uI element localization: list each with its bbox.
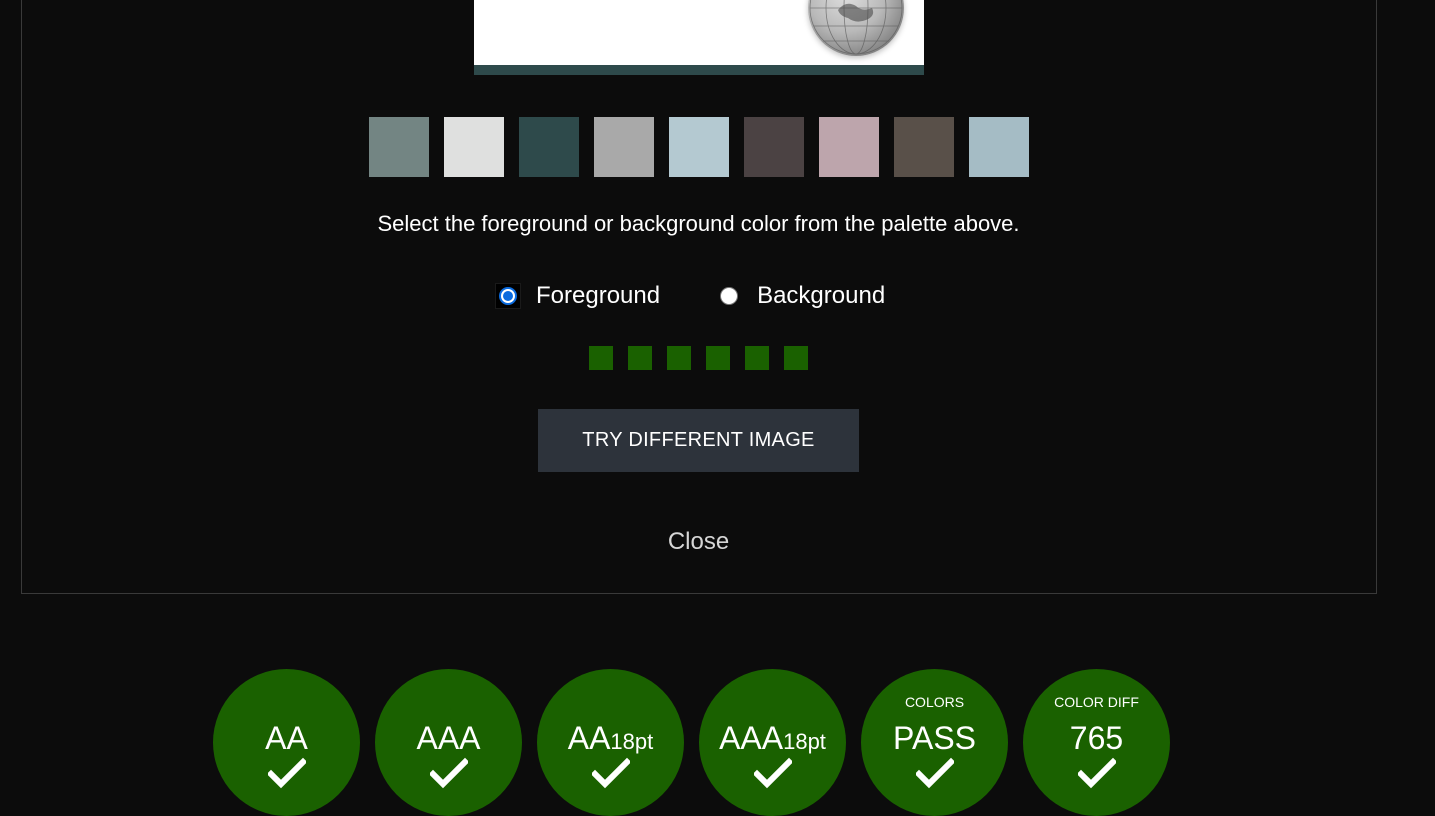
result-badge: AAA18pt: [699, 669, 846, 816]
palette-swatch[interactable]: [819, 117, 879, 177]
status-indicator: [589, 346, 613, 370]
result-badge-main-text: AA: [567, 720, 611, 756]
status-indicator: [667, 346, 691, 370]
status-indicator: [706, 346, 730, 370]
result-badge: AA18pt: [537, 669, 684, 816]
palette-swatch[interactable]: [519, 117, 579, 177]
result-badge-label: AAA: [375, 720, 522, 756]
palette-swatch[interactable]: [594, 117, 654, 177]
result-badge-main-text: 765: [1069, 720, 1124, 756]
result-badge-main-text: AAA: [416, 720, 481, 756]
try-different-image-button[interactable]: TRY DIFFERENT IMAGE: [538, 409, 859, 472]
result-badge-sub-text: 18pt: [610, 729, 654, 754]
contrast-results: AA AAA AA18pt AAA18pt COLORS PASS COLOR DIFF 76…: [213, 669, 1170, 816]
result-badge-caption: COLOR DIFF: [1054, 694, 1139, 710]
status-indicator: [784, 346, 808, 370]
background-radio-circle: [720, 287, 739, 305]
close-button[interactable]: Close: [0, 528, 1397, 556]
result-badge: COLOR DIFF 765: [1023, 669, 1170, 816]
checkmark-icon: [268, 757, 306, 789]
result-badge: AA: [213, 669, 360, 816]
status-indicators: [589, 346, 808, 370]
foreground-radio-label: Foreground: [536, 282, 661, 309]
checkmark-icon: [1078, 757, 1116, 789]
palette-swatch[interactable]: [969, 117, 1029, 177]
palette-swatch[interactable]: [894, 117, 954, 177]
result-badge-label: AA18pt: [537, 720, 684, 760]
color-palette: [369, 117, 1029, 177]
globe-icon: [808, 0, 904, 56]
foreground-radio-circle: [499, 287, 517, 305]
palette-swatch[interactable]: [669, 117, 729, 177]
result-badge-main-text: AA: [265, 720, 308, 756]
checkmark-icon: [592, 757, 630, 789]
palette-swatch[interactable]: [369, 117, 429, 177]
color-mode-radio-group: Foreground Background: [495, 282, 885, 310]
result-badge-main-text: PASS: [893, 720, 976, 756]
result-badge-caption: COLORS: [904, 694, 965, 710]
result-badge-label: 765: [1023, 720, 1170, 756]
result-badge-sub-text: 18pt: [783, 729, 826, 754]
image-preview-globe-clip: [0, 0, 1435, 75]
checkmark-icon: [754, 757, 792, 789]
palette-instruction: Select the foreground or background colo…: [377, 211, 1020, 236]
status-indicator: [745, 346, 769, 370]
palette-swatch[interactable]: [444, 117, 504, 177]
result-badge-main-text: AAA: [719, 720, 784, 756]
result-badge-label: AAA18pt: [699, 720, 846, 760]
checkmark-icon: [916, 757, 954, 789]
result-badge-label: PASS: [861, 720, 1008, 756]
result-badge-label: AA: [213, 720, 360, 756]
result-badge: AAA: [375, 669, 522, 816]
background-radio-label: Background: [757, 282, 886, 309]
background-radio[interactable]: [717, 284, 741, 308]
result-badge: COLORS PASS: [861, 669, 1008, 816]
palette-swatch[interactable]: [744, 117, 804, 177]
checkmark-icon: [430, 757, 468, 789]
foreground-radio[interactable]: [495, 283, 521, 309]
background-radio-option[interactable]: Background: [717, 282, 885, 310]
foreground-radio-option[interactable]: Foreground: [495, 282, 661, 310]
status-indicator: [628, 346, 652, 370]
